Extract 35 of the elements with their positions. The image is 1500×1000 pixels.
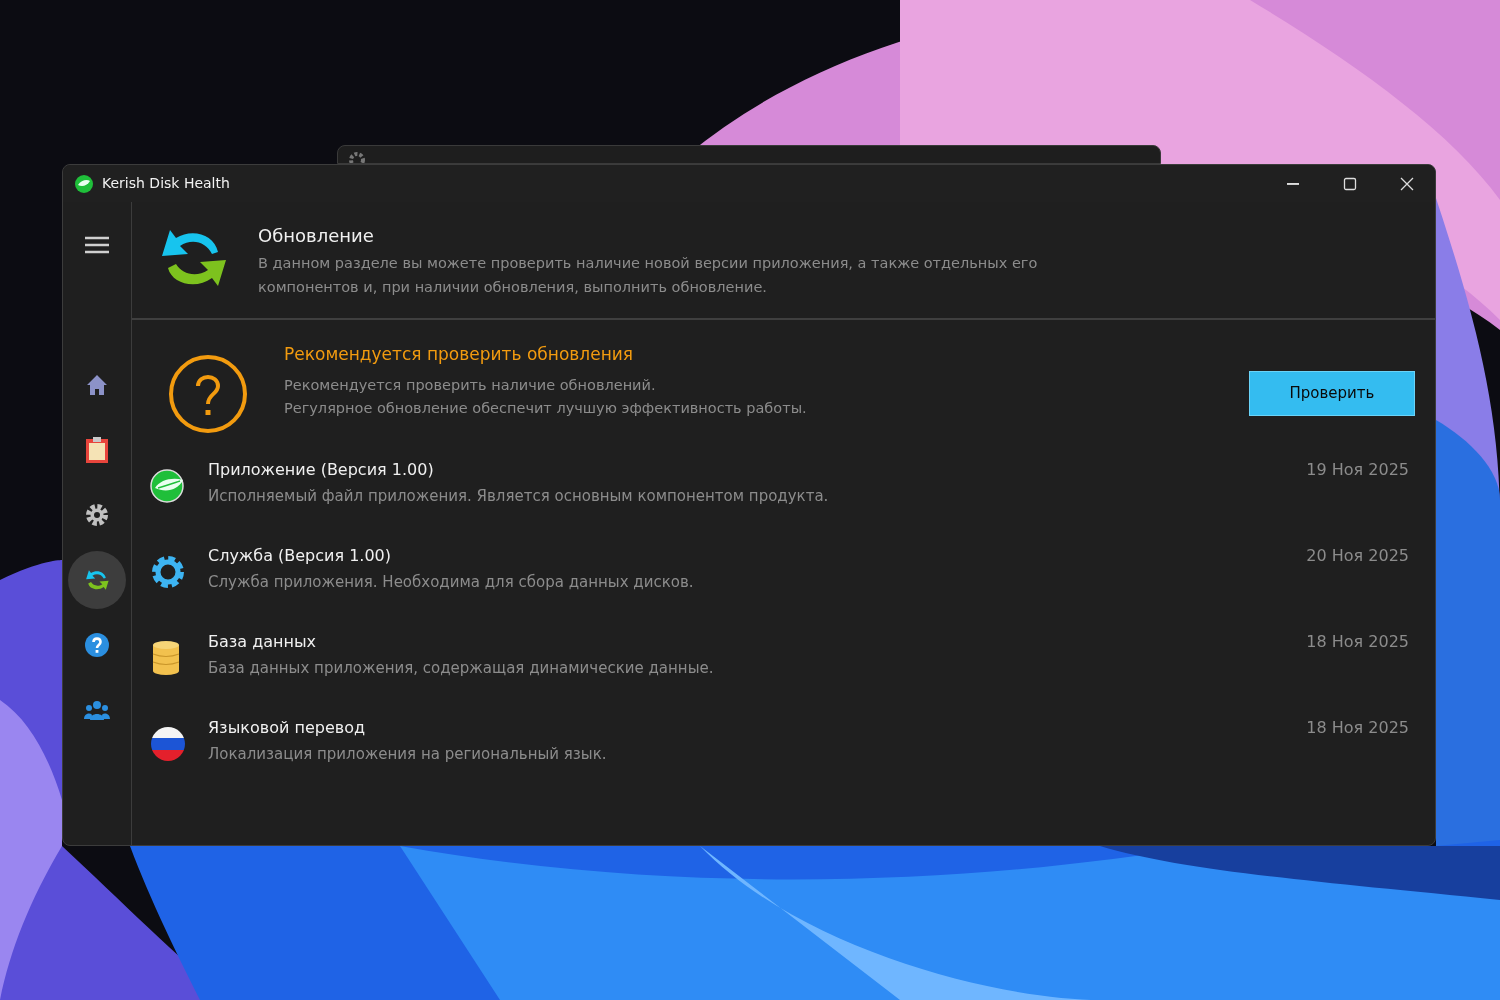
menu-icon <box>84 235 110 255</box>
help-icon <box>84 632 110 658</box>
notice-text: Рекомендуется проверить наличие обновлений. <box>284 375 657 395</box>
check-button[interactable]: Проверить <box>1249 371 1415 416</box>
section-title: Обновление <box>258 224 375 248</box>
gear-icon <box>349 152 365 163</box>
window-title: Kerish Disk Health <box>102 174 230 193</box>
question-icon <box>168 354 248 434</box>
maximize-icon <box>1342 176 1357 191</box>
notice-title: Рекомендуется проверить обновления <box>284 343 634 366</box>
logo-icon <box>74 173 94 194</box>
component-description: Исполняемый файл приложения. Является основным компонентом продукта. <box>208 486 829 507</box>
component-description: Служба приложения. Необходима для сбора данных дисков. <box>208 572 694 593</box>
close-icon <box>1399 176 1414 191</box>
component-description: Локализация приложения на региональный язык. <box>208 744 607 765</box>
logo-icon <box>150 468 186 504</box>
component-date: 18 Ноя 2025 <box>1306 717 1409 739</box>
component-date: 19 Ноя 2025 <box>1306 459 1409 481</box>
notice-text: Регулярное обновление обеспечит лучшую эффективность работы. <box>284 398 807 418</box>
component-name: Служба (Версия 1.00) <box>208 545 393 567</box>
people-icon <box>84 699 110 721</box>
minimize-icon <box>1286 182 1299 185</box>
clipboard-icon <box>85 436 109 464</box>
flag-icon <box>150 726 186 762</box>
component-description: База данных приложения, содержащая динамические данные. <box>208 658 714 679</box>
component-name: База данных <box>208 631 318 653</box>
gear-icon <box>150 554 186 590</box>
component-date: 20 Ноя 2025 <box>1306 545 1409 567</box>
home-icon <box>85 373 109 397</box>
component-name: Приложение (Версия 1.00) <box>208 459 435 481</box>
component-date: 18 Ноя 2025 <box>1306 631 1409 653</box>
section-description: В данном разделе вы можете проверить наличие новой версии приложения, а также отдельных его компонентов и, при наличии обновления, выполнить обновление. <box>258 254 1039 297</box>
database-icon <box>150 640 182 676</box>
gear-icon <box>84 502 110 528</box>
component-name: Языковой перевод <box>208 717 366 739</box>
